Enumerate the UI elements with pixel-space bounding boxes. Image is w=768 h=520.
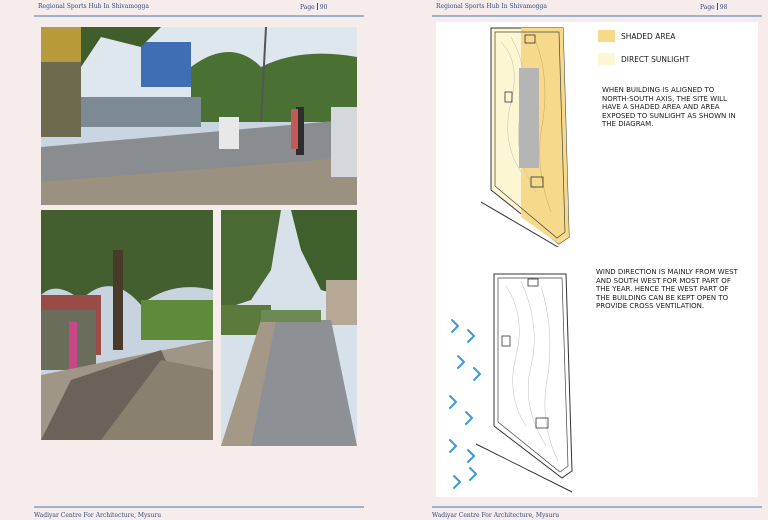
header-rule (34, 15, 364, 17)
wind-site-diagram (449, 273, 573, 493)
left-page-header: Regional Sports Hub In Shivamogga (38, 3, 149, 10)
page-number-value: 90 (319, 4, 328, 11)
wind-direction-note: Wind direction is mainly from west and s… (596, 268, 738, 311)
header-rule-right (432, 15, 762, 17)
right-page-number: Page 98 (700, 3, 727, 11)
left-page-footer: Wadiyar Centre For Architecture, Mysuru (34, 512, 162, 519)
footer-rule-right (432, 506, 762, 508)
page-label: Page (700, 4, 715, 11)
direct-sunlight-swatch (598, 53, 615, 65)
page-label: Page (300, 4, 315, 11)
diagram-sheet: SHADED AREA DIRECT SUNLIGHT When buildin… (436, 22, 758, 497)
legend-direct-sunlight: DIRECT SUNLIGHT (598, 53, 689, 65)
street-scene-wide-photo (41, 27, 357, 205)
street-under-trees-photo (41, 210, 213, 440)
shaded-area-swatch (598, 30, 615, 42)
sun-shade-site-diagram (481, 27, 570, 247)
wind-arrows (449, 319, 481, 489)
sun-orientation-note: When building is aligned to north-south … (602, 86, 736, 129)
legend-shaded-area: SHADED AREA (598, 30, 675, 42)
footer-rule-left (34, 506, 364, 508)
street-perspective-photo (221, 210, 357, 446)
legend-label: SHADED AREA (621, 31, 676, 41)
legend-label: DIRECT SUNLIGHT (621, 54, 690, 64)
right-page-header: Regional Sports Hub In Shivamogga (436, 3, 547, 10)
page-number-value: 98 (719, 4, 728, 11)
left-page-number: Page 90 (300, 3, 327, 11)
right-page-footer: Wadiyar Centre For Architecture, Mysuru (432, 512, 560, 519)
